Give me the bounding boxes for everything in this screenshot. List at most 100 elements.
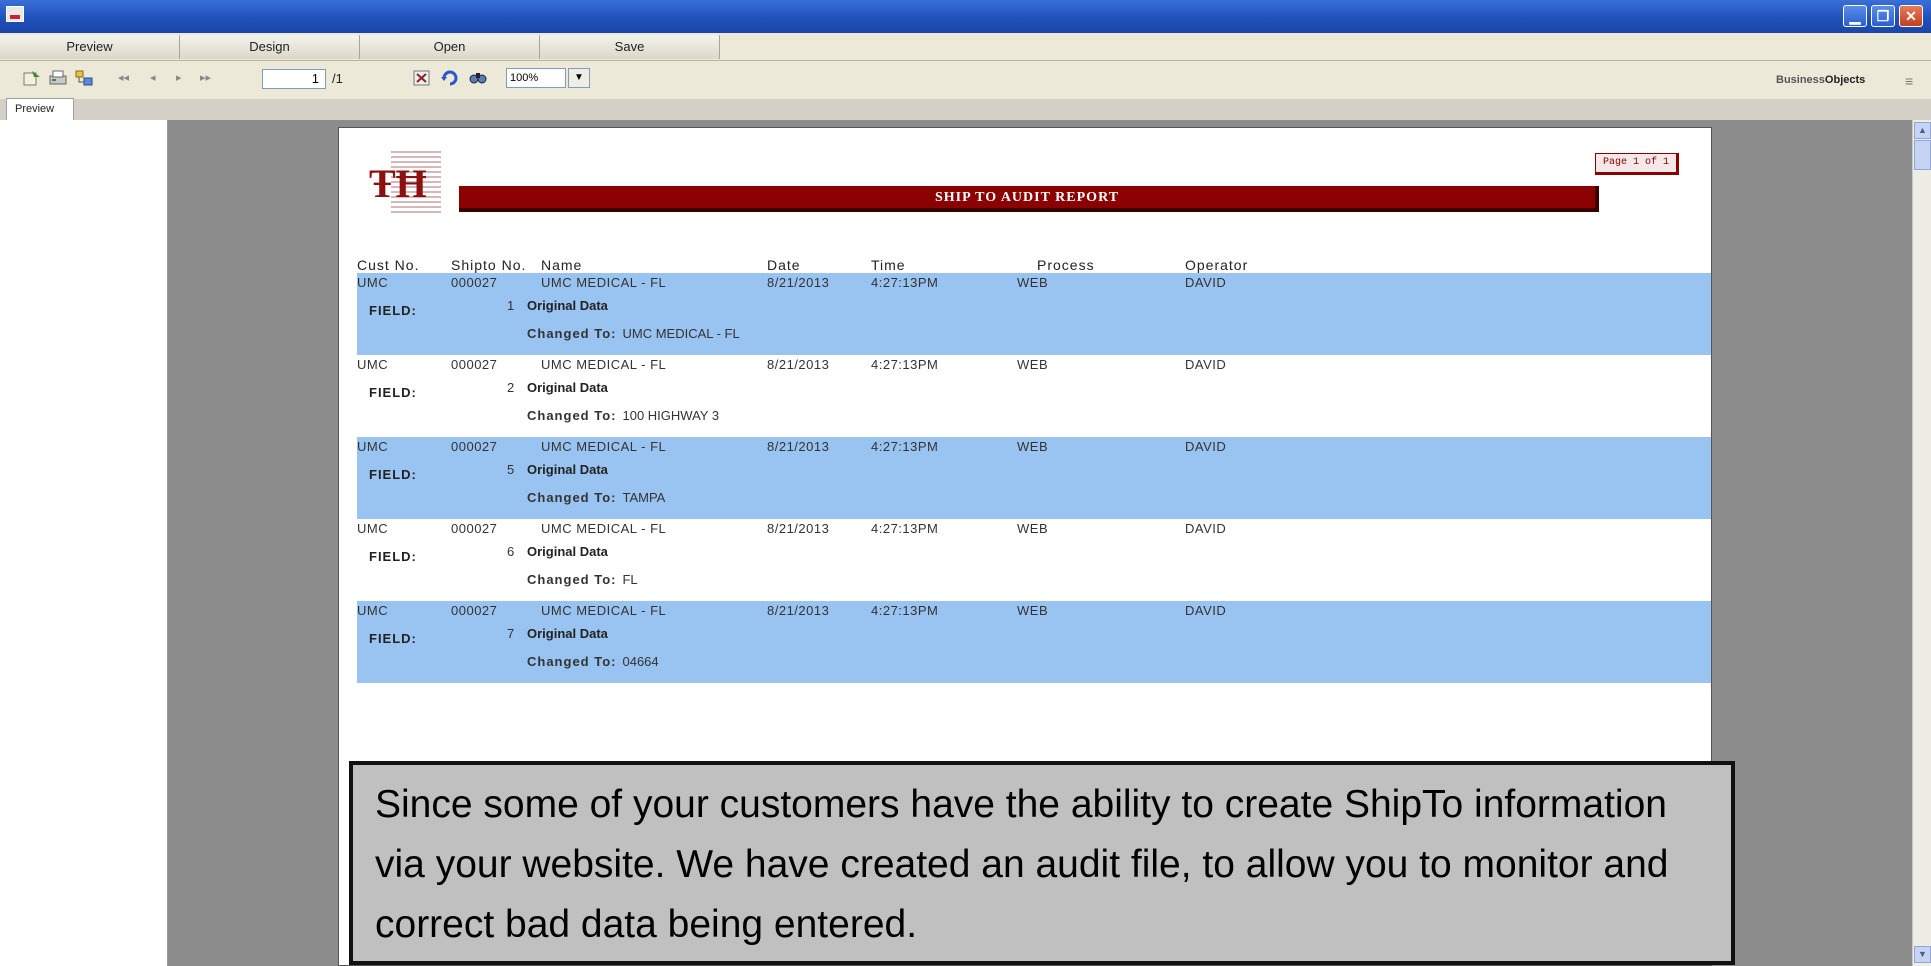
process-cell: WEB (1017, 521, 1049, 536)
field-label: FIELD: (369, 549, 417, 564)
changed-to-label: Changed To: (527, 326, 617, 341)
date-cell: 8/21/2013 (767, 275, 830, 290)
menu-preview-button[interactable]: Preview (0, 35, 180, 59)
header-process: Process (1037, 257, 1095, 273)
page-number-input[interactable]: 1 (262, 69, 326, 89)
group-tree-pane (0, 120, 168, 966)
first-page-button[interactable]: ◂◂ (118, 71, 129, 84)
changed-to-value: TAMPA (622, 490, 666, 505)
close-button[interactable]: ✕ (1899, 5, 1923, 27)
zoom-select[interactable]: 100% (506, 68, 566, 88)
time-cell: 4:27:13PM (871, 521, 939, 536)
options-menu-icon[interactable]: ≡ (1905, 73, 1913, 89)
menu-save-button[interactable]: Save (540, 35, 720, 59)
page-total-label: /1 (332, 71, 343, 86)
operator-cell: DAVID (1185, 603, 1227, 618)
field-number: 6 (507, 544, 515, 559)
last-page-button[interactable]: ▸▸ (200, 71, 211, 84)
field-number: 1 (507, 298, 515, 313)
shipto-no-cell: 000027 (451, 603, 498, 618)
logo-mark: ŦĦ (369, 161, 427, 206)
name-cell: UMC MEDICAL - FL (541, 521, 667, 536)
field-number: 5 (507, 462, 515, 477)
stop-icon[interactable] (412, 69, 432, 87)
next-page-button[interactable]: ▸ (176, 71, 182, 84)
menu-open-button[interactable]: Open (360, 35, 540, 59)
minimize-button[interactable]: ▁ (1843, 5, 1867, 27)
date-cell: 8/21/2013 (767, 521, 830, 536)
vertical-scrollbar[interactable]: ▲ ▼ (1912, 120, 1931, 966)
time-cell: 4:27:13PM (871, 357, 939, 372)
field-number: 2 (507, 380, 515, 395)
report-title-band: SHIP TO AUDIT REPORT (459, 186, 1599, 212)
search-icon[interactable] (468, 69, 488, 87)
explanation-caption: Since some of your customers have the ab… (349, 761, 1735, 965)
menu-design-button[interactable]: Design (180, 35, 360, 59)
window-titlebar: ▁ ❐ ✕ (0, 0, 1931, 33)
shipto-no-cell: 000027 (451, 357, 498, 372)
maximize-button[interactable]: ❐ (1871, 5, 1895, 27)
operator-cell: DAVID (1185, 275, 1227, 290)
toolbar: ◂◂ ◂ ▸ ▸▸ 1 /1 100% ▼ BusinessObjects ≡ (0, 61, 1931, 99)
name-cell: UMC MEDICAL - FL (541, 439, 667, 454)
shipto-no-cell: 000027 (451, 521, 498, 536)
export-icon[interactable] (22, 69, 42, 87)
table-row: UMC 000027 UMC MEDICAL - FL 8/21/2013 4:… (357, 519, 1711, 601)
table-row: UMC 000027 UMC MEDICAL - FL 8/21/2013 4:… (357, 437, 1711, 519)
shipto-no-cell: 000027 (451, 275, 498, 290)
tab-preview[interactable]: Preview (6, 98, 74, 120)
cust-no-cell: UMC (357, 275, 389, 290)
name-cell: UMC MEDICAL - FL (541, 275, 667, 290)
cust-no-cell: UMC (357, 603, 389, 618)
menu-bar: Preview Design Open Save (0, 33, 1931, 61)
scroll-thumb[interactable] (1914, 140, 1931, 170)
operator-cell: DAVID (1185, 521, 1227, 536)
table-row: UMC 000027 UMC MEDICAL - FL 8/21/2013 4:… (357, 355, 1711, 437)
date-cell: 8/21/2013 (767, 357, 830, 372)
original-data-label: Original Data (527, 626, 608, 641)
brand-suffix: Objects (1824, 74, 1866, 86)
refresh-icon[interactable] (440, 69, 460, 87)
business-objects-logo: BusinessObjects (1776, 74, 1865, 86)
field-label: FIELD: (369, 303, 417, 318)
header-operator: Operator (1185, 257, 1249, 273)
date-cell: 8/21/2013 (767, 603, 830, 618)
changed-to-label: Changed To: (527, 572, 617, 587)
changed-to-line: Changed To: 100 HIGHWAY 3 (527, 408, 719, 423)
header-name: Name (541, 257, 583, 273)
process-cell: WEB (1017, 357, 1049, 372)
field-label: FIELD: (369, 385, 417, 400)
scroll-down-button[interactable]: ▼ (1914, 946, 1931, 963)
field-number: 7 (507, 626, 515, 641)
name-cell: UMC MEDICAL - FL (541, 357, 667, 372)
time-cell: 4:27:13PM (871, 603, 939, 618)
page-indicator: Page 1 of 1 (1595, 153, 1679, 175)
field-label: FIELD: (369, 631, 417, 646)
header-shipto-no: Shipto No. (451, 257, 527, 273)
app-icon (6, 6, 24, 22)
changed-to-value: UMC MEDICAL - FL (622, 326, 740, 341)
print-icon[interactable] (48, 69, 68, 87)
time-cell: 4:27:13PM (871, 439, 939, 454)
table-row: UMC 000027 UMC MEDICAL - FL 8/21/2013 4:… (357, 273, 1711, 355)
operator-cell: DAVID (1185, 357, 1227, 372)
scroll-up-button[interactable]: ▲ (1914, 122, 1931, 139)
changed-to-label: Changed To: (527, 408, 617, 423)
process-cell: WEB (1017, 603, 1049, 618)
zoom-dropdown-arrow[interactable]: ▼ (568, 68, 590, 88)
original-data-label: Original Data (527, 462, 608, 477)
table-row: UMC 000027 UMC MEDICAL - FL 8/21/2013 4:… (357, 601, 1711, 683)
date-cell: 8/21/2013 (767, 439, 830, 454)
time-cell: 4:27:13PM (871, 275, 939, 290)
changed-to-label: Changed To: (527, 654, 617, 669)
name-cell: UMC MEDICAL - FL (541, 603, 667, 618)
shipto-no-cell: 000027 (451, 439, 498, 454)
prev-page-button[interactable]: ◂ (150, 71, 156, 84)
cust-no-cell: UMC (357, 521, 389, 536)
header-time: Time (871, 257, 906, 273)
group-tree-icon[interactable] (74, 69, 94, 87)
company-logo: ŦĦ (369, 148, 441, 216)
cust-no-cell: UMC (357, 439, 389, 454)
report-title: SHIP TO AUDIT REPORT (934, 190, 1120, 205)
field-label: FIELD: (369, 467, 417, 482)
